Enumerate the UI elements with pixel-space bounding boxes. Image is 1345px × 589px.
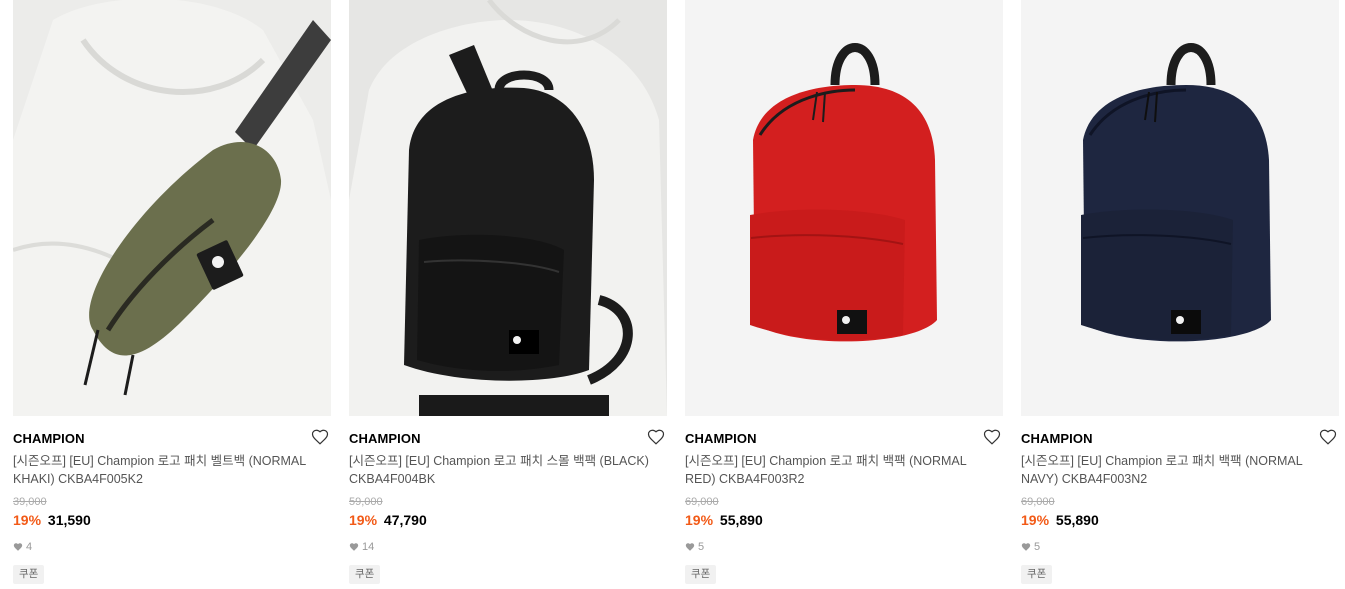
product-card: CHAMPION [시즌오프] [EU] Champion 로고 패치 벨트백 … (13, 0, 331, 589)
price-row: 19% 31,590 (13, 512, 91, 528)
navy-backpack-photo (1021, 0, 1339, 416)
sale-price: 31,590 (47, 512, 91, 528)
coupon-badge: 쿠폰 (13, 565, 45, 584)
price-row: 19% 55,890 (685, 512, 763, 528)
like-count: 14 (362, 541, 375, 553)
original-price: 69,000 (685, 496, 719, 508)
heart-filled-icon (13, 543, 23, 551)
red-backpack-photo (685, 0, 1003, 416)
khaki-belt-bag-photo (13, 0, 331, 416)
like-count: 4 (26, 541, 33, 553)
brand-name[interactable]: CHAMPION (349, 431, 421, 446)
product-image-navy-backpack[interactable] (1021, 0, 1339, 416)
brand-name[interactable]: CHAMPION (1021, 431, 1093, 446)
brand-name[interactable]: CHAMPION (13, 431, 85, 446)
heart-outline-icon[interactable] (983, 428, 1001, 446)
heart-outline-icon[interactable] (647, 428, 665, 446)
original-price: 69,000 (1021, 496, 1055, 508)
like-count-row: 5 (685, 541, 704, 553)
like-count-row: 4 (13, 541, 32, 553)
price-row: 19% 47,790 (349, 512, 427, 528)
heart-outline-icon[interactable] (1319, 428, 1337, 446)
brand-name[interactable]: CHAMPION (685, 431, 757, 446)
product-title[interactable]: [시즌오프] [EU] Champion 로고 패치 벨트백 (NORMAL K… (13, 452, 323, 488)
sale-price: 55,890 (719, 512, 763, 528)
original-price: 59,000 (349, 496, 383, 508)
price-row: 19% 55,890 (1021, 512, 1099, 528)
product-card: CHAMPION [시즌오프] [EU] Champion 로고 패치 백팩 (… (1021, 0, 1339, 589)
brand-row: CHAMPION (685, 428, 1003, 448)
product-image-red-backpack[interactable] (685, 0, 1003, 416)
product-title[interactable]: [시즌오프] [EU] Champion 로고 패치 스몰 백팩 (BLACK)… (349, 452, 659, 488)
product-title[interactable]: [시즌오프] [EU] Champion 로고 패치 백팩 (NORMAL NA… (1021, 452, 1331, 488)
brand-row: CHAMPION (13, 428, 331, 448)
product-title[interactable]: [시즌오프] [EU] Champion 로고 패치 백팩 (NORMAL RE… (685, 452, 995, 488)
coupon-badge: 쿠폰 (1021, 565, 1053, 584)
discount-rate: 19% (1021, 512, 1050, 528)
product-image-black-backpack[interactable] (349, 0, 667, 416)
heart-filled-icon (1021, 543, 1031, 551)
brand-row: CHAMPION (349, 428, 667, 448)
like-count-row: 14 (349, 541, 374, 553)
discount-rate: 19% (685, 512, 714, 528)
like-count: 5 (698, 541, 705, 553)
like-count-row: 5 (1021, 541, 1040, 553)
coupon-badge: 쿠폰 (685, 565, 717, 584)
product-grid: CHAMPION [시즌오프] [EU] Champion 로고 패치 벨트백 … (0, 0, 1345, 589)
heart-filled-icon (349, 543, 359, 551)
discount-rate: 19% (13, 512, 42, 528)
sale-price: 55,890 (1055, 512, 1099, 528)
sale-price: 47,790 (383, 512, 427, 528)
like-count: 5 (1034, 541, 1041, 553)
discount-rate: 19% (349, 512, 378, 528)
brand-row: CHAMPION (1021, 428, 1339, 448)
heart-outline-icon[interactable] (311, 428, 329, 446)
original-price: 39,000 (13, 496, 47, 508)
black-backpack-photo (349, 0, 667, 416)
coupon-badge: 쿠폰 (349, 565, 381, 584)
product-card: CHAMPION [시즌오프] [EU] Champion 로고 패치 스몰 백… (349, 0, 667, 589)
product-card: CHAMPION [시즌오프] [EU] Champion 로고 패치 백팩 (… (685, 0, 1003, 589)
heart-filled-icon (685, 543, 695, 551)
product-image-khaki-belt-bag[interactable] (13, 0, 331, 416)
